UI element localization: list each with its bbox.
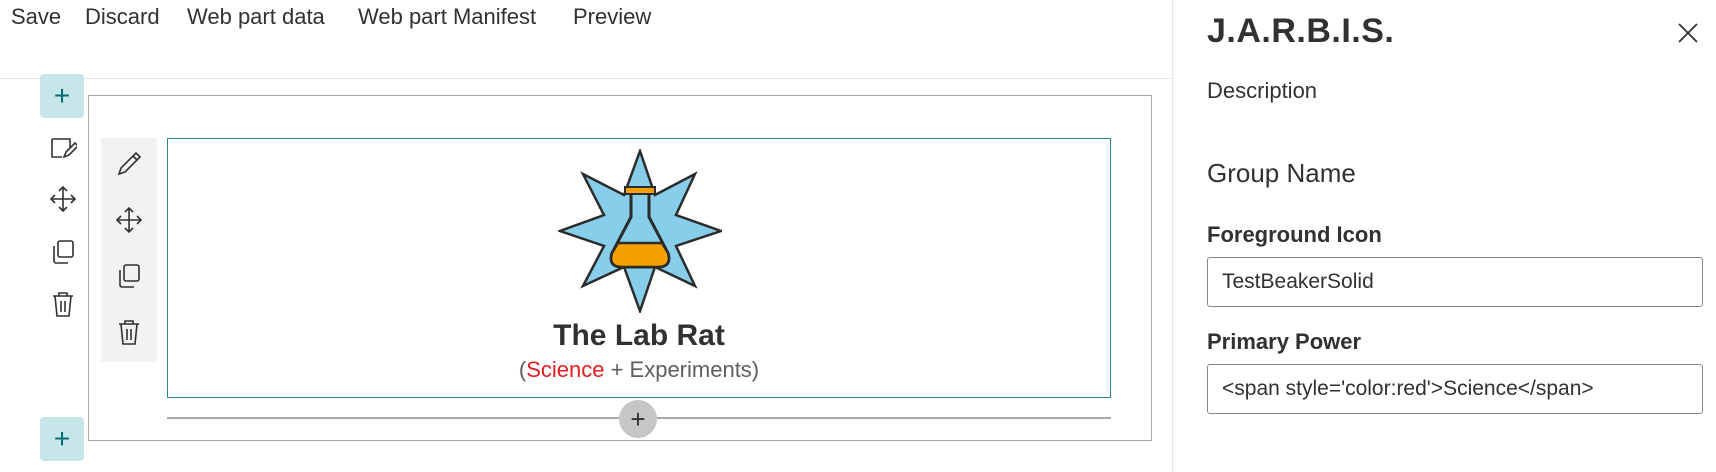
copy-webpart-icon[interactable] <box>113 260 145 292</box>
web-part-manifest-button[interactable]: Web part Manifest <box>358 4 536 30</box>
beaker-in-star-icon <box>558 149 722 313</box>
delete-webpart-icon[interactable] <box>113 316 145 348</box>
save-button[interactable]: Save <box>11 4 61 30</box>
delete-section-icon[interactable] <box>47 288 79 320</box>
add-section-bottom-button[interactable]: + <box>40 417 84 461</box>
close-icon[interactable] <box>1673 18 1703 48</box>
property-pane: J.A.R.B.I.S. Description Group Name Fore… <box>1172 0 1716 472</box>
preview-button[interactable]: Preview <box>573 4 651 30</box>
plus-icon: + <box>53 80 71 111</box>
add-webpart-button[interactable]: + <box>619 400 657 438</box>
webpart-title: The Lab Rat <box>553 319 725 352</box>
edit-section-icon[interactable] <box>47 132 79 164</box>
primary-power-input[interactable] <box>1207 364 1703 414</box>
subtitle-rest: + Experiments) <box>604 357 760 382</box>
move-section-icon[interactable] <box>47 183 79 215</box>
hero-webpart[interactable]: The Lab Rat (Science + Experiments) <box>167 138 1111 398</box>
toolbar: Save Discard Web part data Web part Mani… <box>0 0 1172 79</box>
webpart-subtitle: (Science + Experiments) <box>168 357 1110 383</box>
add-section-top-button[interactable]: + <box>40 74 84 118</box>
web-part-data-button[interactable]: Web part data <box>187 4 325 30</box>
pane-title: J.A.R.B.I.S. <box>1207 12 1395 50</box>
group-name-label: Group Name <box>1207 158 1356 188</box>
plus-icon: + <box>53 423 71 454</box>
primary-power-text: Science <box>526 357 605 382</box>
copy-section-icon[interactable] <box>47 236 79 268</box>
edit-webpart-icon[interactable] <box>113 148 145 180</box>
move-webpart-icon[interactable] <box>113 204 145 236</box>
foreground-icon-label: Foreground Icon <box>1207 222 1382 247</box>
plus-icon: + <box>630 403 646 434</box>
foreground-icon-input[interactable] <box>1207 257 1703 307</box>
webpart-toolbar <box>101 138 157 362</box>
discard-button[interactable]: Discard <box>85 4 160 30</box>
primary-power-label: Primary Power <box>1207 329 1362 354</box>
description-label: Description <box>1207 78 1318 103</box>
